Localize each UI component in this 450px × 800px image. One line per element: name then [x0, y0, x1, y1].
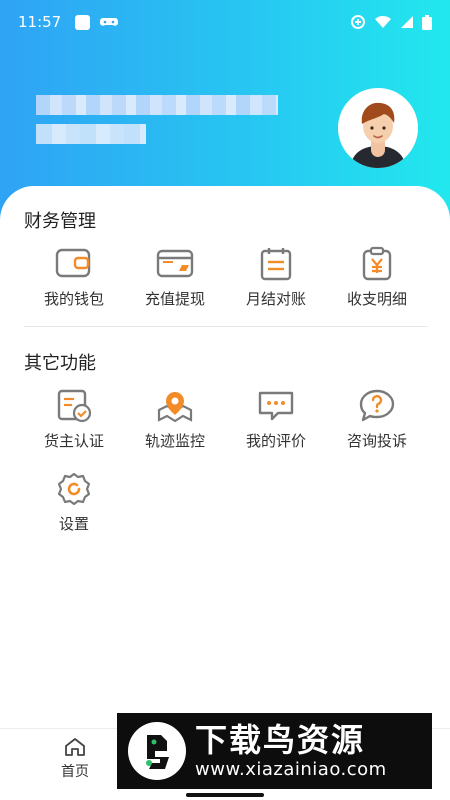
my-reviews-label: 我的评价	[245, 432, 306, 450]
other-section-title: 其它功能	[24, 353, 96, 374]
monthly-reconcile-label: 月结对账	[245, 290, 306, 308]
shipper-certification-label: 货主认证	[43, 432, 104, 450]
income-expense-button[interactable]: 收支明细	[327, 246, 427, 309]
blurred-user-name	[36, 95, 278, 115]
wallet-icon	[55, 248, 91, 278]
wallet-label: 我的钱包	[43, 290, 104, 308]
cartoon-user-avatar-icon	[338, 88, 418, 168]
nav-home-label: 首页	[61, 764, 89, 780]
finance-section-title: 财务管理	[24, 211, 96, 232]
nav-home-tab[interactable]: 首页	[40, 737, 110, 781]
wallet-button[interactable]: 我的钱包	[24, 246, 124, 309]
recharge-withdraw-label: 充值提现	[144, 290, 205, 308]
card-recharge-icon	[156, 249, 194, 278]
settings-gear-icon	[57, 472, 91, 506]
comment-bubble-icon	[258, 391, 294, 421]
blurred-user-detail	[36, 124, 146, 144]
consult-complaint-label: 咨询投诉	[346, 432, 407, 450]
certification-icon	[57, 389, 92, 423]
yuan-clipboard-icon	[362, 246, 392, 281]
watermark-title: 下载鸟资源	[195, 721, 366, 759]
monthly-reconcile-button[interactable]: 月结对账	[226, 246, 326, 309]
monthly-calendar-icon	[260, 248, 292, 281]
section-divider	[24, 326, 428, 327]
recharge-withdraw-button[interactable]: 充值提现	[125, 246, 225, 309]
status-bar: 11:57	[0, 0, 450, 44]
bird-logo-icon	[128, 722, 186, 780]
income-expense-label: 收支明细	[346, 290, 407, 308]
track-monitor-button[interactable]: 轨迹监控	[125, 388, 225, 451]
battery-icon	[422, 14, 432, 30]
consult-complaint-button[interactable]: 咨询投诉	[327, 388, 427, 451]
question-bubble-icon	[359, 389, 395, 422]
settings-button[interactable]: 设置	[24, 471, 124, 534]
home-icon	[65, 738, 85, 756]
avatar[interactable]	[338, 88, 418, 168]
status-time: 11:57	[18, 13, 62, 31]
location-track-icon	[157, 392, 193, 423]
wifi-icon	[375, 15, 391, 28]
settings-label: 设置	[58, 515, 89, 533]
signal-icon	[401, 16, 413, 28]
shipper-certification-button[interactable]: 货主认证	[24, 388, 124, 451]
track-monitor-label: 轨迹监控	[144, 432, 205, 450]
game-controller-icon	[100, 18, 119, 26]
watermark-banner: 下载鸟资源 www.xiazainiao.com	[117, 713, 432, 789]
watermark-url: www.xiazainiao.com	[195, 759, 387, 780]
data-saver-icon	[351, 15, 365, 29]
my-reviews-button[interactable]: 我的评价	[226, 388, 326, 451]
gesture-bar[interactable]	[186, 793, 264, 797]
notification-square-icon	[75, 14, 91, 30]
